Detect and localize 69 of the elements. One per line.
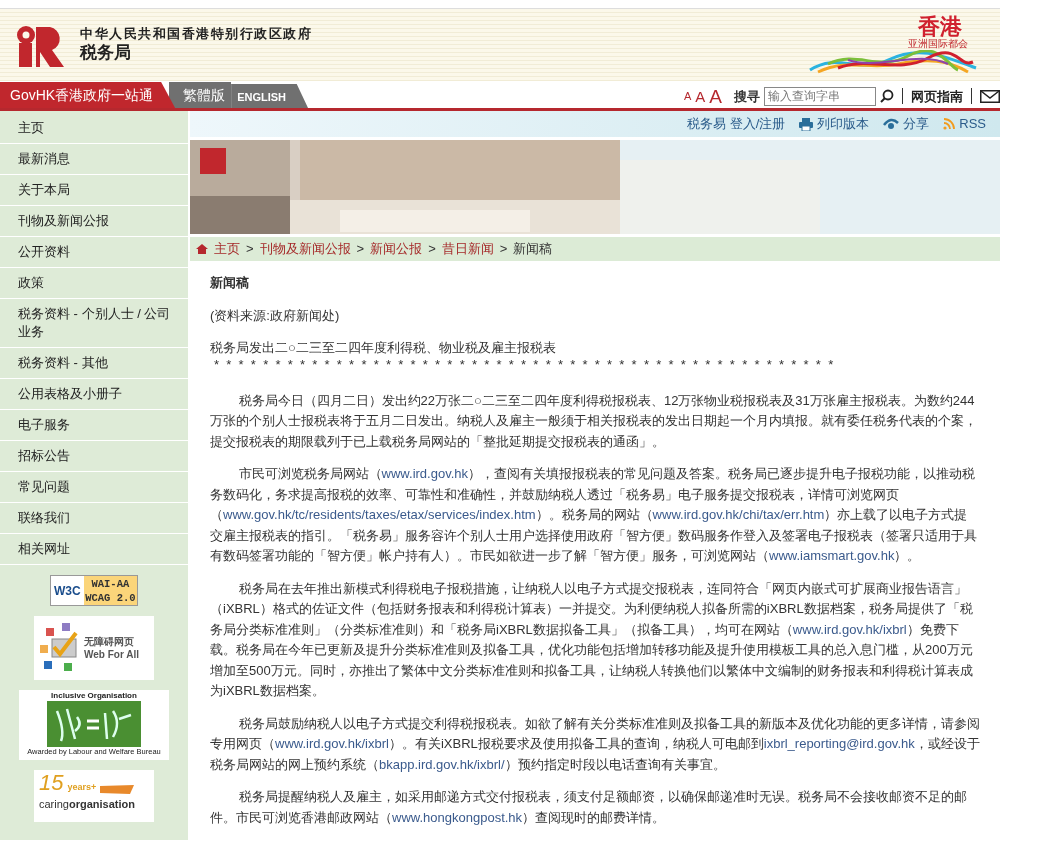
badge-text: 无障碍网页 [84, 635, 135, 648]
font-size-button[interactable]: A [709, 86, 722, 106]
article-heading: 新闻稿 [210, 274, 250, 292]
sidebar-item[interactable]: 公开资料 [0, 237, 188, 268]
toolbar-link[interactable]: RSS [943, 114, 986, 134]
badge-text: WCAG 2.0 [84, 591, 137, 605]
sidebar-item[interactable]: 税务资料 - 个别人士 / 公司业务 [0, 299, 188, 348]
language-tab[interactable]: 繁體版 [169, 82, 232, 108]
paragraph: 税务局在去年推出新模式利得税电子报税措施，让纳税人以电子方式提交报税表，连同符合「网页内嵌式可扩展商业报告语言」（iXBRL）格式的佐证文件（包括财务报表和利得税计算表）一并提交。为利便纳税人拟备所需的iXBRL数据档案，税务局提供了「税务局分类标准准则」（分类标准准则）和「税务局iXBRL数据拟备工具」（拟备工具），均可在网站（www.ird.gov.hk/ixbrl）免费下载。税务局在今年已更新及提升分类标准准则及拟备工具，优化功能包括增加转移功能及提升使用模板工具的总入息门槛，从200万元增加至500万元。同时，亦推出了繁体中文分类标准准则和拟备工具，让纳税人转换他们以繁体中文编制的财务报表和利得税计算表成为iXBRL数据档案。 [210, 579, 974, 700]
link[interactable]: www.ird.gov.hk/chi/tax/err.htm [652, 507, 825, 522]
breadcrumb-link[interactable]: 昔日新闻 [441, 239, 494, 259]
department-line: 中华人民共和国香港特别行政区政府 [80, 26, 312, 42]
badge-text: Web For All [84, 648, 139, 661]
caring-organisation-badge[interactable]: 15 years+ caringorganisation [34, 770, 154, 822]
link[interactable]: www.hongkongpost.hk [392, 809, 523, 825]
breadcrumb-current: 新闻稿 [513, 240, 553, 259]
sidebar-item[interactable]: 常见问题 [0, 472, 188, 503]
paragraph: 税务局鼓励纳税人以电子方式提交利得税报税表。如欲了解有关分类标准准则及拟备工具的新版本及优化功能的更多详情，请参阅专用网页（www.ird.gov.hk/ixbrl）。有关iXBRL报税要求及使用拟备工具的查询，纳税人可电邮到ixbrl_reporting@ird.gov.hk，或经设于税务局网站的网上预约系统（bkapp.ird.gov.hk/ixbrl/）预约指定时段以电话查询有关事宜。 [210, 714, 980, 774]
article-title: 税务局发出二○二三至二四年度利得税、物业税及雇主报税表 [210, 339, 557, 357]
brand-tagline: 亚洲国际都会 [908, 38, 968, 50]
sidebar-item[interactable]: 税务资料 - 其他 [0, 348, 188, 379]
department-name: 税务局 [80, 41, 132, 64]
sidebar-item[interactable]: 电子服务 [0, 410, 188, 441]
badge-text: 15 [39, 772, 64, 794]
web-for-all-badge[interactable]: 无障碍网页 Web For All [34, 616, 154, 680]
language-tab[interactable]: ENGLISH [231, 83, 309, 108]
breadcrumb-link[interactable]: 主页 [214, 239, 240, 259]
breadcrumb-separator: > [246, 240, 254, 259]
breadcrumb-separator: > [356, 240, 365, 259]
search-label: 搜寻 [734, 87, 760, 106]
sidebar-item[interactable]: 最新消息 [0, 144, 188, 175]
toolbar-link[interactable]: 分享 [883, 114, 930, 134]
font-size-button[interactable]: A [683, 90, 692, 102]
link[interactable]: www.ird.gov.hk [381, 466, 469, 481]
badge-text: caringorganisation [39, 797, 135, 812]
sidebar-item[interactable]: 公用表格及小册子 [0, 379, 188, 410]
link[interactable]: www.iamsmart.gov.hk [769, 548, 895, 563]
link[interactable]: www.ird.gov.hk/ixbrl [792, 621, 907, 637]
font-size-button[interactable]: A [695, 88, 706, 104]
link[interactable]: ixbrl_reporting@ird.gov.hk [763, 736, 915, 751]
guide-link[interactable]: 网页指南 [911, 86, 963, 106]
paragraph: 税务局今日（四月二日）发出约22万张二○二三至二四年度利得税报税表、12万张物业税报税表及31万张雇主报税表。为数约244万张的个别人士报税表将于五月二日发出。纳税人及雇主一般须于相关报税表的发出日期起一个月内填报。就有委任税务代表的个案，提交报税表的期限载列于已上载税务局网站的「整批延期提交报税表的通函」。 [210, 391, 978, 451]
sidebar-item[interactable]: 关于本局 [0, 175, 188, 206]
paragraph: 税务局提醒纳税人及雇主，如采用邮递方式交付报税表，须支付足额邮资，以确保邮递准时无误。税务局不会接收邮资不足的邮件。市民可浏览香港邮政网站（www.hongkongpost.hk）查阅现时的邮费详情。 [210, 788, 968, 827]
breadcrumb-link[interactable]: 刊物及新闻公报 [259, 239, 351, 259]
breadcrumb-separator: > [428, 240, 436, 259]
toolbar-link[interactable]: 税务易 登入/注册 [687, 114, 786, 134]
badge-text: Inclusive Organisation [50, 691, 138, 701]
sidebar-item[interactable]: 招标公告 [0, 441, 188, 472]
sidebar-item[interactable]: 政策 [0, 268, 188, 299]
govhk-tab[interactable]: GovHK香港政府一站通 [0, 82, 176, 108]
sidebar-item[interactable]: 刊物及新闻公报 [0, 206, 188, 237]
search-field[interactable]: 输入查询字串 [764, 86, 876, 106]
toolbar-link[interactable]: 列印版本 [799, 114, 870, 134]
breadcrumb-separator: > [499, 240, 508, 259]
sidebar-item[interactable]: 主页 [0, 113, 188, 144]
separator-stars: * * * * * * * * * * * * * * * * * * * * * * * * * * * * * * * * * * * * * * * * * * * * * * * * * * * [213, 358, 835, 371]
link[interactable]: bkapp.ird.gov.hk/ixbrl/ [379, 756, 505, 772]
badge-text: WAI-AA [90, 577, 131, 591]
badge-text: years+ [67, 780, 97, 794]
link[interactable]: www.gov.hk/tc/residents/taxes/etax/services/index.htm [223, 507, 536, 522]
link[interactable]: www.ird.gov.hk/ixbrl [275, 736, 389, 751]
source-note: (资料来源:政府新闻处) [210, 306, 341, 325]
sidebar-item[interactable]: 联络我们 [0, 503, 188, 534]
paragraph: 市民可浏览税务局网站（www.ird.gov.hk），查阅有关填报报税表的常见问题及答案。税务局已逐步提升电子报税功能，以推动税务数码化，务求提高报税的效率、可靠性和准确性，并鼓励纳税人透过「税务易」电子服务提交报税表，详情可浏览网页（www.gov.hk/tc/residents/taxes/etax/services/index.htm）。税务局的网站（www.ird.gov.hk/chi/tax/err.htm）亦上载了以电子方式提交雇主报税表的指引。「税务易」服务容许个别人士用户选择使用政府「智方便」数码服务作登入及签署电子报税表（签署只适用于具有数码签署功能的「智方便」帐户持有人）。市民如欲进一步了解「智方便」服务，可浏览网站（www.iamsmart.gov.hk）。 [210, 465, 978, 565]
breadcrumb-link[interactable]: 新闻公报 [370, 239, 423, 259]
badge-logo: W3C [53, 582, 82, 600]
sidebar-item[interactable]: 相关网址 [0, 534, 188, 565]
brand-title: 香港 [918, 16, 962, 38]
